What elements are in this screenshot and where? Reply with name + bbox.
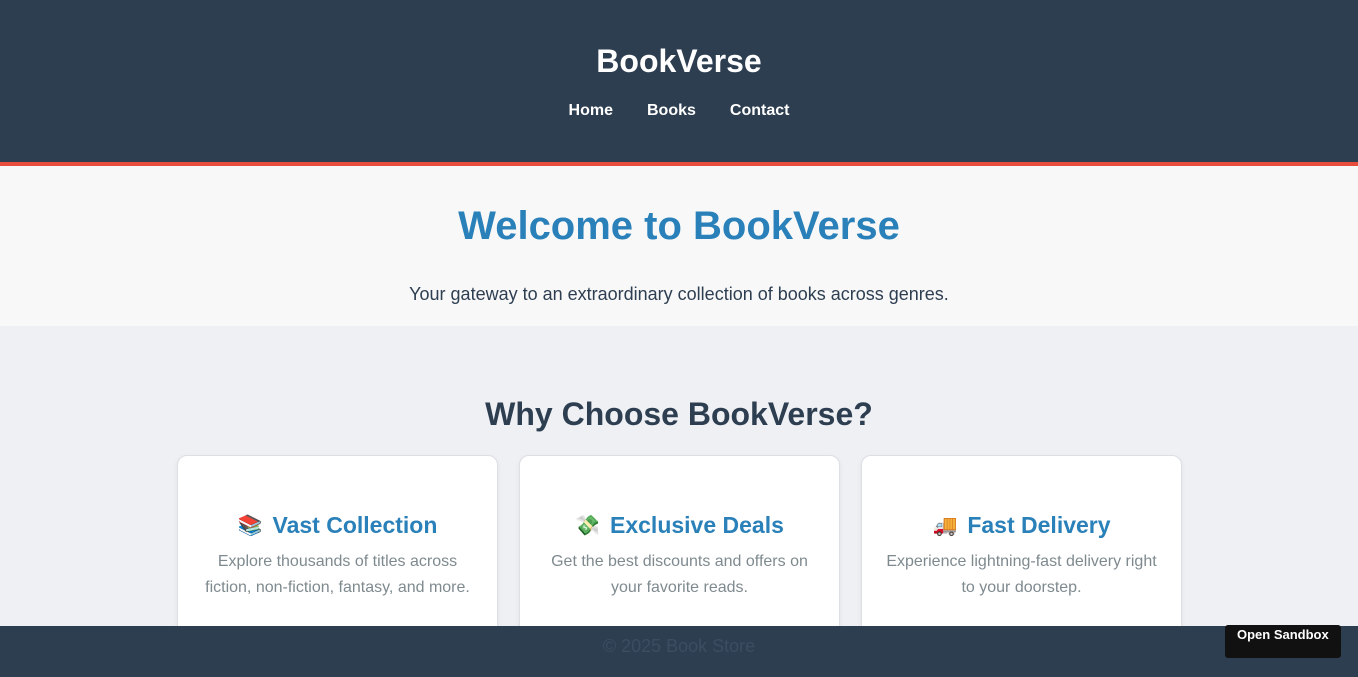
site-footer: © 2025 Book Store <box>0 626 1358 677</box>
nav-link-home[interactable]: Home <box>569 102 613 120</box>
feature-card-title: Exclusive Deals <box>610 512 784 538</box>
hero-subtitle: Your gateway to an extraordinary collect… <box>409 284 949 304</box>
nav-link-contact[interactable]: Contact <box>730 102 790 120</box>
site-title: BookVerse <box>596 43 762 79</box>
feature-card-vast-collection: 📚 Vast Collection Explore thousands of t… <box>177 455 498 655</box>
feature-card-title: Fast Delivery <box>967 512 1111 538</box>
open-sandbox-button[interactable]: Open Sandbox <box>1225 625 1341 658</box>
hero-section: Welcome to BookVerse Your gateway to an … <box>0 166 1358 326</box>
delivery-truck-icon: 🚚 <box>932 514 958 537</box>
nav-link-books[interactable]: Books <box>647 102 696 120</box>
feature-card-description: Experience lightning-fast delivery right… <box>886 553 1157 596</box>
feature-card-description: Get the best discounts and offers on you… <box>551 553 808 596</box>
features-title: Why Choose BookVerse? <box>485 396 873 432</box>
site-header: BookVerse Home Books Contact <box>0 0 1358 166</box>
feature-card-title: Vast Collection <box>272 512 438 538</box>
feature-card-exclusive-deals: 💸 Exclusive Deals Get the best discounts… <box>519 455 840 655</box>
hero-title: Welcome to BookVerse <box>458 204 900 248</box>
money-with-wings-icon: 💸 <box>575 514 600 537</box>
footer-copyright: © 2025 Book Store <box>602 636 756 656</box>
feature-card-fast-delivery: 🚚 Fast Delivery Experience lightning-fas… <box>861 455 1182 655</box>
books-icon: 📚 <box>237 514 263 537</box>
feature-card-description: Explore thousands of titles across ficti… <box>205 553 470 596</box>
main-nav: Home Books Contact <box>0 102 1358 120</box>
